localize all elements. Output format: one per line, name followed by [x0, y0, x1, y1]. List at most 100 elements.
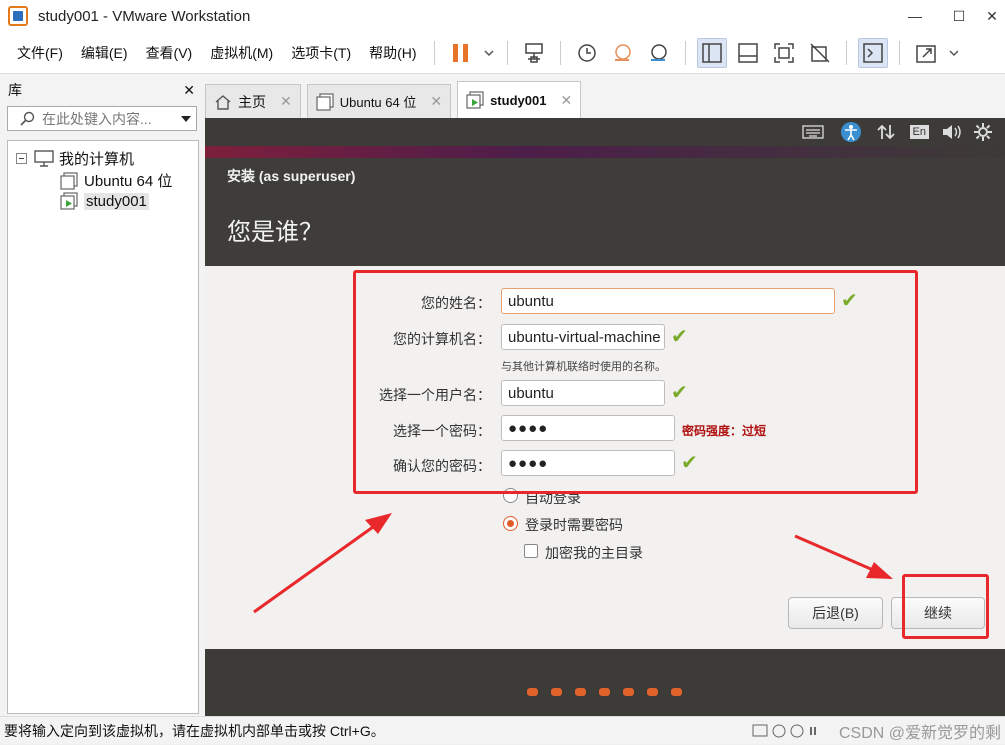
status-text: 要将输入定向到该虚拟机，请在虚拟机内部单击或按 Ctrl+G。 [4, 722, 385, 739]
device-status-icons [752, 724, 816, 738]
progress-dot [599, 688, 610, 696]
tab-home[interactable]: 主页 ✕ [205, 84, 301, 118]
tree-label-ubuntu-64: Ubuntu 64 位 [84, 173, 173, 190]
encrypt-home-label[interactable]: 加密我的主目录 [545, 543, 643, 563]
annotation-form-highlight [353, 270, 918, 494]
menu-toolbar: 文件(F) 编辑(E) 查看(V) 虚拟机(M) 选项卡(T) 帮助(H) [0, 32, 1005, 74]
toolbar-separator [559, 40, 561, 65]
volume-icon[interactable] [941, 123, 963, 141]
chevron-down-icon [949, 49, 959, 56]
library-header: 库 ✕ [0, 76, 203, 104]
require-password-label[interactable]: 登录时需要密码 [525, 515, 623, 535]
chevron-down-icon [484, 49, 494, 56]
tab-close-icon[interactable]: ✕ [560, 92, 572, 109]
send-ctrl-alt-del-button[interactable] [519, 38, 549, 68]
collapse-toggle-icon[interactable] [16, 152, 28, 165]
toolbar-separator [506, 40, 508, 65]
pause-icon [452, 43, 468, 62]
snapshot-manager-icon [650, 43, 667, 61]
window-title: study001 - VMware Workstation [38, 7, 251, 25]
console-icon [862, 42, 883, 63]
tree-label-my-computer: 我的计算机 [59, 151, 135, 168]
stretch-icon [915, 44, 936, 63]
installer-title: 您是谁？ [227, 219, 323, 246]
snapshot-manager-button[interactable] [644, 38, 674, 68]
progress-dot [671, 688, 682, 696]
progress-dot [575, 688, 586, 696]
require-password-radio[interactable] [503, 516, 518, 531]
power-dropdown-button[interactable] [482, 38, 496, 68]
thumbnail-view-icon [737, 42, 758, 63]
network-arrows-icon[interactable] [876, 123, 896, 141]
keyboard-icon[interactable] [801, 125, 824, 139]
fullscreen-icon [773, 42, 794, 63]
menu-vm[interactable]: 虚拟机(M) [201, 43, 282, 63]
back-button[interactable]: 后退(B) [788, 597, 883, 629]
tab-ubuntu-64[interactable]: Ubuntu 64 位 ✕ [306, 84, 452, 118]
library-view-icon [701, 42, 722, 63]
watermark: CSDN @爱新觉罗的剩 [751, 717, 1001, 745]
search-icon [20, 111, 35, 126]
annotation-continue-highlight [902, 574, 989, 639]
tree-item-my-computer[interactable]: 我的计算机 [16, 148, 134, 169]
unity-button[interactable] [805, 38, 835, 68]
tab-label-home: 主页 [238, 93, 266, 110]
tab-label-ubuntu-64: Ubuntu 64 位 [339, 95, 417, 110]
installer-header: 安装 (as superuser) 您是谁？ [205, 158, 1005, 266]
tab-bar: 主页 ✕ Ubuntu 64 位 ✕ study001 ✕ [205, 80, 1005, 118]
tree-item-study001[interactable]: study001 [60, 192, 149, 210]
settings-gear-icon[interactable] [973, 122, 993, 142]
tab-close-icon[interactable]: ✕ [280, 93, 292, 110]
installer-subtitle: 安装 (as superuser) [227, 168, 356, 184]
tab-label-study001: study001 [490, 92, 547, 108]
computer-icon [34, 149, 54, 167]
vm-running-icon [60, 192, 78, 210]
library-search-box[interactable]: 在此处键入内容... [7, 106, 197, 131]
menu-tabs[interactable]: 选项卡(T) [282, 43, 360, 63]
watermark-text: CSDN @爱新觉罗的剩 [838, 725, 1001, 742]
installer-progress-bar [205, 649, 1005, 716]
ubuntu-top-panel: En [205, 118, 1005, 146]
accessibility-icon[interactable] [840, 121, 862, 143]
thumbnail-bar-button[interactable] [733, 38, 763, 68]
library-search-placeholder: 在此处键入内容... [42, 110, 152, 127]
stretch-guest-button[interactable] [911, 38, 941, 68]
maximize-button[interactable]: ☐ [942, 0, 976, 32]
vm-icon [316, 92, 334, 111]
dropdown-arrow-icon[interactable] [180, 114, 192, 124]
menu-view[interactable]: 查看(V) [137, 43, 202, 63]
status-bar: 要将输入定向到该虚拟机，请在虚拟机内部单击或按 Ctrl+G。 CSDN @爱新… [0, 716, 1005, 744]
tab-close-icon[interactable]: ✕ [430, 93, 442, 110]
library-close-button[interactable]: ✕ [183, 82, 195, 99]
snapshot-clock-icon [577, 43, 596, 62]
revert-snapshot-icon [614, 43, 631, 61]
menu-file[interactable]: 文件(F) [8, 43, 72, 63]
full-screen-button[interactable] [769, 38, 799, 68]
home-icon [215, 94, 231, 110]
library-panel: 库 ✕ 在此处键入内容... 我的计算机 Ubuntu 64 位 study00… [0, 76, 203, 716]
language-indicator[interactable]: En [909, 125, 929, 139]
stretch-dropdown-button[interactable] [947, 38, 961, 68]
snapshot-button[interactable] [572, 38, 602, 68]
progress-dot [527, 688, 538, 696]
menu-help[interactable]: 帮助(H) [360, 43, 425, 63]
vmware-logo-icon [8, 6, 28, 26]
console-view-button[interactable] [857, 37, 888, 68]
tree-item-ubuntu-64[interactable]: Ubuntu 64 位 [60, 170, 172, 191]
title-bar: study001 - VMware Workstation — ☐ ✕ [0, 0, 1005, 32]
encrypt-home-checkbox[interactable] [524, 544, 538, 558]
minimize-button[interactable]: — [898, 0, 932, 32]
progress-dot [647, 688, 658, 696]
network-keyboard-icon [524, 42, 543, 63]
show-library-button[interactable] [696, 37, 727, 68]
menu-edit[interactable]: 编辑(E) [72, 43, 137, 63]
toolbar-separator [433, 40, 435, 65]
vmware-window: study001 - VMware Workstation — ☐ ✕ 文件(F… [0, 0, 1005, 744]
toolbar-separator [898, 40, 900, 65]
tab-study001[interactable]: study001 ✕ [457, 81, 582, 118]
vm-running-icon [466, 91, 484, 109]
close-button[interactable]: ✕ [975, 0, 1005, 32]
unity-disabled-icon [810, 42, 830, 63]
revert-snapshot-button[interactable] [608, 38, 638, 68]
pause-button[interactable] [446, 38, 476, 68]
